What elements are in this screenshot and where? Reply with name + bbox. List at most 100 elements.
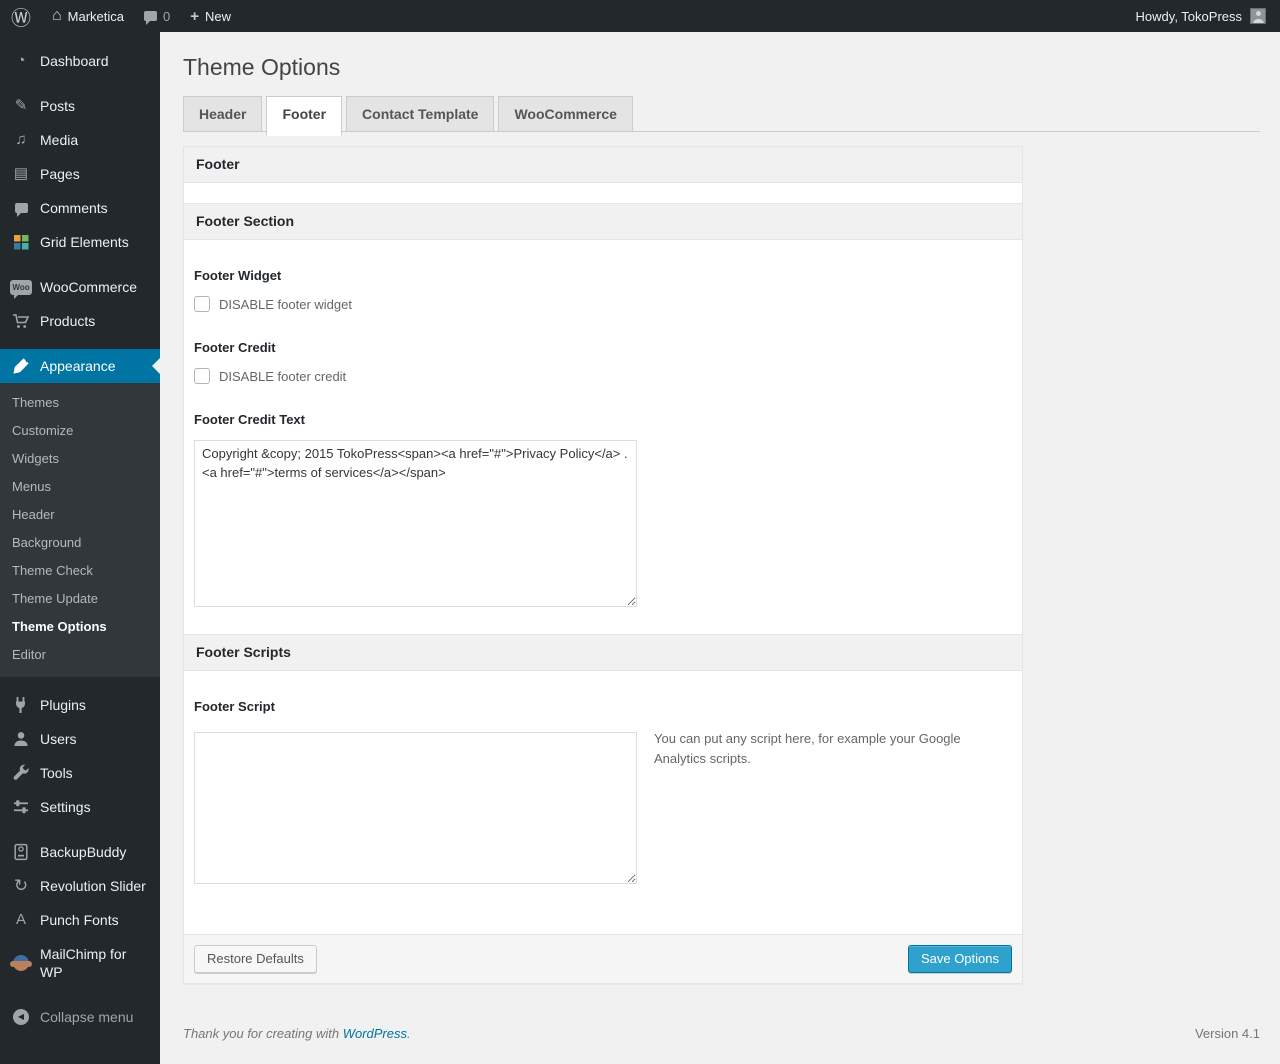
letter-a-icon: A <box>15 911 26 928</box>
footer-thanks-text: Thank you for creating with WordPress. <box>183 1026 411 1041</box>
sidebar-item-label: Grid Elements <box>40 234 129 250</box>
sidebar-item-plugins[interactable]: Plugins <box>0 688 160 722</box>
footer-widget-checkbox-row: DISABLE footer widget <box>194 296 1012 312</box>
sidebar-item-label: Pages <box>40 166 80 182</box>
restore-defaults-button[interactable]: Restore Defaults <box>194 945 317 973</box>
submenu-item-customize[interactable]: Customize <box>0 417 160 445</box>
submenu-item-widgets[interactable]: Widgets <box>0 445 160 473</box>
sidebar-item-label: Media <box>40 132 79 148</box>
wordpress-logo-icon[interactable]: Ⓦ <box>0 0 42 32</box>
sidebar-item-backupbuddy[interactable]: BackupBuddy <box>0 835 160 869</box>
woocommerce-badge-icon: Woo <box>10 279 32 299</box>
footer-script-textarea[interactable] <box>194 732 637 884</box>
new-label: New <box>205 8 232 24</box>
disable-footer-credit-checkbox-label[interactable]: DISABLE footer credit <box>219 369 346 384</box>
sidebar-item-users[interactable]: Users <box>0 722 160 756</box>
sidebar-item-label: Appearance <box>40 358 116 374</box>
submenu-item-menus[interactable]: Menus <box>0 473 160 501</box>
howdy-label: Howdy, TokoPress <box>1135 8 1242 24</box>
backup-drive-icon <box>10 843 32 861</box>
grid-elements-icon <box>10 234 32 250</box>
sidebar-item-products[interactable]: Products <box>0 304 160 338</box>
pages-icon: ▤ <box>13 165 29 182</box>
section-title-footer-scripts: Footer Scripts <box>184 634 1022 671</box>
submenu-item-header[interactable]: Header <box>0 501 160 529</box>
collapse-arrow-icon: ◀ <box>10 1009 32 1025</box>
wordpress-link[interactable]: WordPress <box>343 1026 407 1041</box>
sidebar-item-media[interactable]: ♫ Media <box>0 123 160 157</box>
media-icon: ♫ <box>15 131 27 148</box>
submenu-item-editor[interactable]: Editor <box>0 641 160 669</box>
footer-section-body: Footer Widget DISABLE footer widget Foot… <box>184 268 1022 634</box>
admin-menu: ◔ Dashboard ✎ Posts ♫ Media ▤ Pages Comm… <box>0 32 160 1064</box>
appearance-brush-icon <box>10 357 32 375</box>
sidebar-item-label: Plugins <box>40 697 86 713</box>
submenu-item-theme-check[interactable]: Theme Check <box>0 557 160 585</box>
tab-footer[interactable]: Footer <box>266 96 343 136</box>
sidebar-item-revolution-slider[interactable]: ↻ Revolution Slider <box>0 869 160 903</box>
sidebar-item-label: Punch Fonts <box>40 912 119 928</box>
tab-header[interactable]: Header <box>183 96 263 131</box>
home-icon: ⌂ <box>52 7 62 24</box>
sidebar-item-comments[interactable]: Comments <box>0 191 160 225</box>
site-name-link[interactable]: ⌂ Marketica <box>42 0 134 32</box>
comments-adminbar-link[interactable]: 0 <box>134 0 180 32</box>
submenu-item-theme-update[interactable]: Theme Update <box>0 585 160 613</box>
comments-bubble-icon <box>10 203 32 217</box>
submenu-item-theme-options[interactable]: Theme Options <box>0 613 160 641</box>
sidebar-item-tools[interactable]: Tools <box>0 756 160 790</box>
footer-script-help-text: You can put any script here, for example… <box>654 731 961 767</box>
footer-credit-text-label: Footer Credit Text <box>194 412 305 427</box>
disable-footer-credit-checkbox[interactable] <box>194 368 210 384</box>
site-name-label: Marketica <box>67 8 125 24</box>
save-options-button[interactable]: Save Options <box>907 945 1012 973</box>
tab-woocommerce[interactable]: WooCommerce <box>498 96 633 131</box>
main-content: Theme Options Header Footer Contact Temp… <box>160 32 1280 1064</box>
footer-script-label: Footer Script <box>194 699 275 714</box>
new-content-menu[interactable]: + New <box>180 0 241 32</box>
tab-contact-template[interactable]: Contact Template <box>346 96 495 131</box>
comment-count: 0 <box>163 8 171 24</box>
sidebar-item-pages[interactable]: ▤ Pages <box>0 157 160 191</box>
sidebar-item-settings[interactable]: Settings <box>0 790 160 824</box>
footer-scripts-body: Footer Script You can put any script her… <box>184 699 1022 934</box>
version-label: Version 4.1 <box>1194 1026 1260 1041</box>
sidebar-item-label: Comments <box>40 200 108 216</box>
thanks-prefix: Thank you for creating with <box>183 1026 340 1041</box>
footer-credit-checkbox-row: DISABLE footer credit <box>194 368 1012 384</box>
submenu-item-background[interactable]: Background <box>0 529 160 557</box>
sidebar-item-label: Users <box>40 731 77 747</box>
sidebar-item-label: Posts <box>40 98 76 114</box>
sidebar-item-dashboard[interactable]: ◔ Dashboard <box>0 44 160 78</box>
disable-footer-widget-checkbox[interactable] <box>194 296 210 312</box>
section-title-footer-section: Footer Section <box>184 203 1022 240</box>
footer-widget-label: Footer Widget <box>194 268 282 283</box>
sidebar-item-woocommerce[interactable]: Woo WooCommerce <box>0 270 160 304</box>
sidebar-item-label: Dashboard <box>40 53 109 69</box>
thanks-suffix: . <box>407 1026 411 1041</box>
panel-title-footer: Footer <box>184 147 1022 183</box>
sidebar-item-label: BackupBuddy <box>40 844 127 860</box>
sidebar-item-appearance[interactable]: Appearance <box>0 349 160 383</box>
sidebar-item-posts[interactable]: ✎ Posts <box>0 89 160 123</box>
footer-credit-text-textarea[interactable]: Copyright &copy; 2015 TokoPress<span><a … <box>194 440 637 607</box>
dashboard-icon: ◔ <box>16 52 26 69</box>
sliders-icon <box>10 798 32 816</box>
sidebar-item-punch-fonts[interactable]: A Punch Fonts <box>0 903 160 937</box>
sidebar-item-collapse-menu[interactable]: ◀ Collapse menu <box>0 1000 160 1034</box>
sidebar-item-mailchimp[interactable]: MailChimp for WP <box>0 937 160 989</box>
admin-footer: Thank you for creating with WordPress. V… <box>183 1026 1260 1055</box>
theme-options-panel: Footer Footer Section Footer Widget DISA… <box>183 146 1023 984</box>
sidebar-item-grid-elements[interactable]: Grid Elements <box>0 225 160 259</box>
admin-bar: Ⓦ ⌂ Marketica 0 + New Howdy, TokoPress <box>0 0 1280 32</box>
plus-icon: + <box>190 7 200 25</box>
disable-footer-widget-checkbox-label[interactable]: DISABLE footer widget <box>219 297 352 312</box>
mailchimp-monkey-icon <box>10 955 32 971</box>
refresh-icon: ↻ <box>13 876 29 895</box>
sidebar-item-label: MailChimp for WP <box>40 946 127 980</box>
submenu-item-themes[interactable]: Themes <box>0 389 160 417</box>
posts-pin-icon: ✎ <box>14 97 28 114</box>
footer-credit-label: Footer Credit <box>194 340 276 355</box>
page-title: Theme Options <box>183 54 341 80</box>
account-menu[interactable]: Howdy, TokoPress <box>1136 8 1280 24</box>
